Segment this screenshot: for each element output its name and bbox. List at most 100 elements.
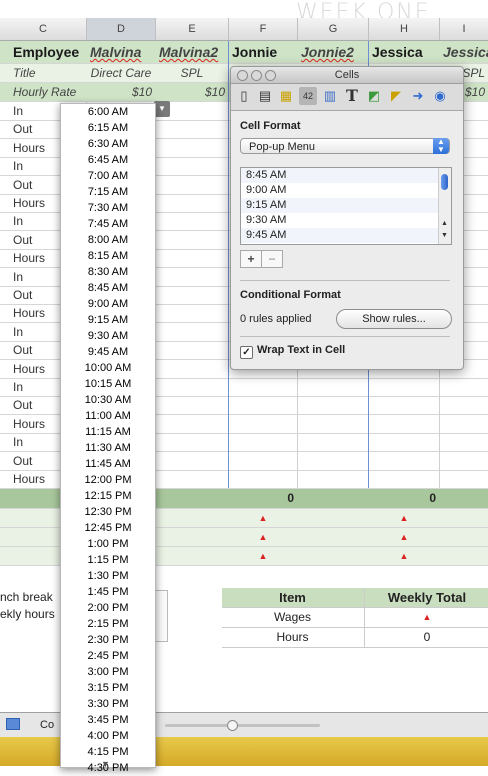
popup-option[interactable]: 11:30 AM (61, 440, 155, 456)
popup-item[interactable]: 9:30 AM (241, 213, 451, 228)
popup-option[interactable]: 11:00 AM (61, 408, 155, 424)
text-icon[interactable]: T (343, 87, 361, 105)
popup-option[interactable]: 6:30 AM (61, 136, 155, 152)
popup-option[interactable]: 10:30 AM (61, 392, 155, 408)
popup-option[interactable]: 1:00 PM (61, 536, 155, 552)
popup-option[interactable]: 7:45 AM (61, 216, 155, 232)
popup-option[interactable]: 2:15 PM (61, 616, 155, 632)
popup-option[interactable]: 2:30 PM (61, 632, 155, 648)
popup-option[interactable]: 12:30 PM (61, 504, 155, 520)
popup-option[interactable]: 10:15 AM (61, 376, 155, 392)
popup-option[interactable]: 12:15 PM (61, 488, 155, 504)
cell-format-select[interactable]: Pop-up Menu ▲ ▼ (240, 138, 450, 154)
error-triangle-icon[interactable]: ▲ (369, 509, 439, 527)
scroll-down-icon[interactable]: ▼ (441, 232, 448, 239)
popup-option[interactable]: 9:15 AM (61, 312, 155, 328)
list-scrollbar[interactable]: ▲ ▼ (438, 168, 451, 244)
popup-option[interactable]: 6:45 AM (61, 152, 155, 168)
hyperlink-icon[interactable]: ➜ (409, 87, 427, 105)
popup-option[interactable]: 2:45 PM (61, 648, 155, 664)
show-rules-button[interactable]: Show rules... (336, 309, 452, 329)
employee-name[interactable]: Jonnie2 (298, 41, 368, 63)
popup-option[interactable]: 8:30 AM (61, 264, 155, 280)
popup-option[interactable]: 3:45 PM (61, 712, 155, 728)
metrics-icon[interactable]: ◤ (387, 87, 405, 105)
popup-option[interactable]: 8:45 AM (61, 280, 155, 296)
popup-item[interactable]: 9:15 AM (241, 198, 451, 213)
popup-items-list[interactable]: 8:45 AM 9:00 AM 9:15 AM 9:30 AM 9:45 AM ▲ ▼ (240, 167, 452, 245)
scroll-up-icon[interactable]: ▲ (441, 220, 448, 227)
add-item-button[interactable]: + (240, 250, 262, 268)
popup-option[interactable]: 1:15 PM (61, 552, 155, 568)
column-h-header[interactable]: H (369, 18, 440, 40)
inspector-titlebar[interactable]: Cells (231, 67, 463, 84)
popup-option[interactable]: 8:00 AM (61, 232, 155, 248)
popup-option[interactable]: 8:15 AM (61, 248, 155, 264)
sheet-tab[interactable]: Co (40, 719, 54, 731)
remove-item-button[interactable]: − (261, 250, 283, 268)
popup-option[interactable]: 10:00 AM (61, 360, 155, 376)
checkmark-icon[interactable]: ✓ (240, 346, 253, 359)
employee-name[interactable]: Jessica (440, 41, 488, 63)
popup-option[interactable]: 4:00 PM (61, 728, 155, 744)
total-cell[interactable]: 0 (369, 489, 439, 508)
summary-item[interactable]: Wages (222, 608, 363, 627)
rate-cell[interactable]: $10 (87, 83, 155, 101)
popup-option[interactable]: 7:15 AM (61, 184, 155, 200)
popup-item[interactable]: 9:45 AM (241, 228, 451, 243)
total-cell[interactable]: 0 (229, 489, 297, 508)
wrap-text-checkbox[interactable]: ✓ Wrap Text in Cell (240, 344, 345, 359)
table-icon[interactable]: ▦ (277, 87, 295, 105)
chart-icon[interactable]: ▥ (321, 87, 339, 105)
rate-cell[interactable]: $10 (156, 83, 228, 101)
popup-option[interactable]: 9:30 AM (61, 328, 155, 344)
title-cell[interactable]: Direct Care (87, 64, 155, 82)
employee-name[interactable]: Jessica (369, 41, 439, 63)
error-triangle-icon[interactable]: ▲ (364, 608, 488, 627)
employee-name[interactable]: Malvina2 (156, 41, 228, 63)
summary-value[interactable]: 0 (364, 628, 488, 647)
popup-option[interactable]: 7:00 AM (61, 168, 155, 184)
popup-option[interactable]: 4:15 PM (61, 744, 155, 760)
column-i-header[interactable]: I (440, 18, 488, 40)
sheet-icon[interactable] (6, 718, 20, 730)
popup-option[interactable]: 9:00 AM (61, 296, 155, 312)
employee-name[interactable]: Malvina (87, 41, 155, 63)
column-c-header[interactable]: C (0, 18, 87, 40)
column-f-header[interactable]: F (229, 18, 298, 40)
popup-option[interactable]: 6:15 AM (61, 120, 155, 136)
popup-option[interactable]: 3:00 PM (61, 664, 155, 680)
column-d-header[interactable]: D (87, 18, 156, 40)
zoom-slider[interactable] (165, 720, 320, 731)
popup-option[interactable]: 1:45 PM (61, 584, 155, 600)
popup-option[interactable]: 12:45 PM (61, 520, 155, 536)
popup-option[interactable]: 6:00 AM (61, 104, 155, 120)
popup-item[interactable]: 8:45 AM (241, 168, 451, 183)
summary-item[interactable]: Hours (222, 628, 363, 647)
error-triangle-icon[interactable]: ▲ (229, 547, 297, 565)
sheet-icon[interactable]: ▤ (256, 87, 274, 105)
popup-option[interactable]: 3:30 PM (61, 696, 155, 712)
error-triangle-icon[interactable]: ▲ (229, 528, 297, 546)
zoom-slider-knob[interactable] (227, 720, 238, 731)
error-triangle-icon[interactable]: ▲ (229, 509, 297, 527)
quicktime-icon[interactable]: ◉ (431, 87, 449, 105)
scroll-down-icon[interactable]: ▼ (101, 759, 110, 769)
popup-option[interactable]: 7:30 AM (61, 200, 155, 216)
scroll-thumb[interactable] (441, 174, 448, 190)
popup-arrow-icon[interactable]: ▼ (154, 101, 170, 117)
popup-option[interactable]: 12:00 PM (61, 472, 155, 488)
employee-name[interactable]: Jonnie (229, 41, 297, 63)
popup-option[interactable]: 11:45 AM (61, 456, 155, 472)
cells-icon[interactable]: 42 (299, 87, 317, 105)
column-g-header[interactable]: G (298, 18, 369, 40)
popup-option[interactable]: 2:00 PM (61, 600, 155, 616)
document-icon[interactable]: ▯ (235, 87, 253, 105)
column-e-header[interactable]: E (156, 18, 229, 40)
graphic-icon[interactable]: ◩ (365, 87, 383, 105)
error-triangle-icon[interactable]: ▲ (369, 547, 439, 565)
popup-option[interactable]: 11:15 AM (61, 424, 155, 440)
error-triangle-icon[interactable]: ▲ (369, 528, 439, 546)
popup-option[interactable]: 3:15 PM (61, 680, 155, 696)
title-cell[interactable]: SPL (156, 64, 228, 82)
